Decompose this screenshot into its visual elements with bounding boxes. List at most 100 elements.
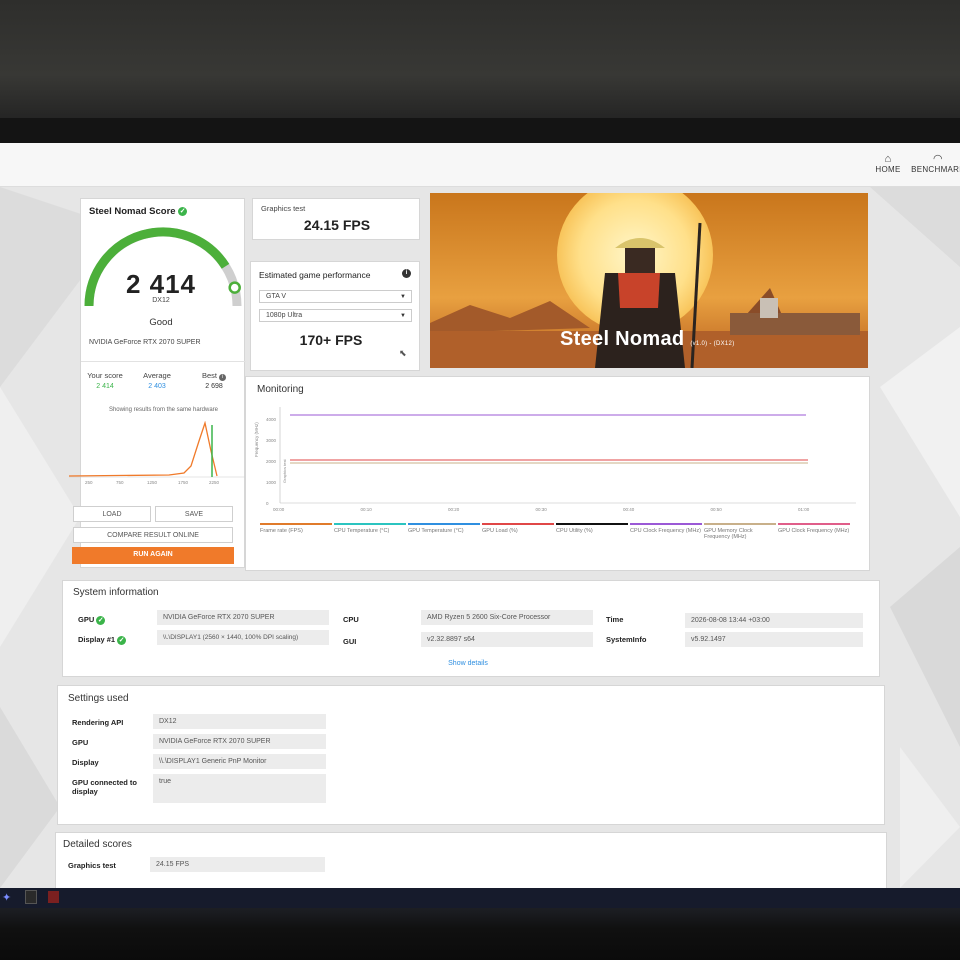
estimated-fps: 170+ FPS <box>299 332 363 348</box>
check-icon: ✓ <box>178 206 188 216</box>
legend-label: GPU Clock Frequency (MHz) <box>778 528 850 534</box>
nav-benchmarks-label: BENCHMARK <box>911 165 960 174</box>
settings-row-value: NVIDIA GeForce RTX 2070 SUPER <box>153 734 326 749</box>
legend-swatch <box>408 523 480 525</box>
y-tick-label: 2000 <box>266 459 277 464</box>
show-details-link[interactable]: Show details <box>63 660 873 667</box>
detailed-title: Detailed scores <box>63 839 132 850</box>
y-tick-label: 4000 <box>266 417 277 422</box>
legend-swatch <box>334 523 406 525</box>
legend-item[interactable]: CPU Clock Frequency (MHz) <box>630 523 702 534</box>
nav-benchmarks[interactable]: ◠ BENCHMARK <box>910 153 960 174</box>
histogram-tick-label: 750 <box>116 480 124 485</box>
nav-home-label: HOME <box>875 165 901 174</box>
3dmark-icon[interactable] <box>48 891 59 903</box>
save-button[interactable]: SAVE <box>155 506 233 522</box>
check-icon: ✓ <box>117 635 127 645</box>
game-select-value: GTA V <box>266 293 287 300</box>
teams-icon[interactable]: ✦ <box>2 891 11 904</box>
cpu-value: AMD Ryzen 5 2600 Six-Core Processor <box>421 610 593 625</box>
estimated-performance-card: Estimated game performance i GTA V ▼ 108… <box>250 261 420 371</box>
monitoring-title: Monitoring <box>257 384 304 395</box>
y-tick-label: 3000 <box>266 438 277 443</box>
legend-item[interactable]: GPU Clock Frequency (MHz) <box>778 523 850 534</box>
your-score-label: Your score <box>87 371 123 380</box>
legend-swatch <box>260 523 332 525</box>
banner-subtitle: (v1.0) - (DX12) <box>690 341 735 347</box>
load-button[interactable]: LOAD <box>73 506 151 522</box>
info-icon[interactable]: i <box>402 269 411 278</box>
y-tick-label: 0 <box>266 501 269 506</box>
graphics-test-card: Graphics test 24.15 FPS <box>252 198 420 240</box>
x-tick-label: 00:20 <box>448 507 460 512</box>
legend-item[interactable]: CPU Utility (%) <box>556 523 628 534</box>
your-score-value: 2 414 <box>96 383 114 390</box>
legend-label: CPU Clock Frequency (MHz) <box>630 528 701 534</box>
cpu-label: CPU <box>343 615 359 624</box>
gpu-label-text: GPU <box>78 615 95 624</box>
monitor-bezel-top <box>0 118 960 146</box>
monitor-bezel-bottom <box>0 908 960 960</box>
best-value: 2 698 <box>205 383 223 390</box>
nav-home[interactable]: ⌂ HOME <box>870 153 906 174</box>
legend-swatch <box>556 523 628 525</box>
gpu-label: GPU ✓ <box>78 615 106 625</box>
system-info-card: System information GPU ✓ NVIDIA GeForce … <box>62 580 880 677</box>
gui-value: v2.32.8897 s64 <box>421 632 593 647</box>
epic-games-icon[interactable] <box>25 890 37 904</box>
system-info-title: System information <box>73 587 159 598</box>
graphics-test-label: Graphics test <box>261 204 306 213</box>
settings-row-label: GPU <box>72 738 89 747</box>
steel-nomad-banner: Steel Nomad (v1.0) - (DX12) <box>430 193 868 368</box>
run-again-button[interactable]: RUN AGAIN <box>72 547 234 564</box>
settings-title: Settings used <box>68 693 129 704</box>
score-gpu: NVIDIA GeForce RTX 2070 SUPER <box>89 339 201 346</box>
legend-swatch <box>630 523 702 525</box>
detailed-graphics-value: 24.15 FPS <box>150 857 325 872</box>
legend-label: GPU Load (%) <box>482 528 518 534</box>
screen: ⌂ HOME ◠ BENCHMARK Steel Nomad Score ✓ 2… <box>0 143 960 888</box>
legend-item[interactable]: GPU Temperature (°C) <box>408 523 480 534</box>
app-header: ⌂ HOME ◠ BENCHMARK <box>0 143 960 187</box>
x-tick-label: 00:30 <box>536 507 548 512</box>
average-value: 2 403 <box>148 383 166 390</box>
y-tick-label: 1000 <box>266 480 277 485</box>
legend-item[interactable]: CPU Temperature (°C) <box>334 523 406 534</box>
banner-title: Steel Nomad (v1.0) - (DX12) <box>560 328 735 351</box>
legend-label: GPU Temperature (°C) <box>408 528 464 534</box>
legend-item[interactable]: GPU Memory Clock Frequency (MHz) <box>704 523 776 540</box>
game-select[interactable]: GTA V ▼ <box>259 290 412 303</box>
settings-row-value: true <box>153 774 326 803</box>
home-icon: ⌂ <box>884 153 892 165</box>
legend-label: GPU Memory Clock Frequency (MHz) <box>704 528 753 540</box>
score-histogram: 250 750 1250 1750 2250 <box>69 421 245 485</box>
histogram-tick-label: 1750 <box>178 480 189 485</box>
monitoring-card: Monitoring 4000 3000 2000 1000 0 00:00 00:10 0… <box>245 376 870 571</box>
check-icon: ✓ <box>96 615 106 625</box>
x-tick-label: 01:00 <box>798 507 810 512</box>
display-label: Display #1 ✓ <box>78 635 127 645</box>
mouse-cursor-icon: ⬉ <box>399 348 407 358</box>
average-label: Average <box>143 371 171 380</box>
time-label: Time <box>606 615 624 624</box>
legend-item[interactable]: GPU Load (%) <box>482 523 554 534</box>
settings-row-value: DX12 <box>153 714 326 729</box>
score-card: Steel Nomad Score ✓ 2 414 DX12 Good NVID… <box>69 198 246 568</box>
chevron-down-icon: ▼ <box>400 294 406 300</box>
sysinfo-value: v5.92.1497 <box>685 632 863 647</box>
x-tick-label: 00:00 <box>273 507 285 512</box>
legend-item[interactable]: Frame rate (FPS) <box>260 523 332 534</box>
score-title: Steel Nomad Score ✓ <box>89 206 188 217</box>
histogram-tick-label: 250 <box>85 480 93 485</box>
settings-row-label: Display <box>72 758 99 767</box>
compare-online-button[interactable]: COMPARE RESULT ONLINE <box>73 527 233 543</box>
legend-swatch <box>482 523 554 525</box>
preset-select-value: 1080p Ultra <box>266 312 303 319</box>
photo-background <box>0 0 960 125</box>
score-title-text: Steel Nomad Score <box>89 206 176 217</box>
info-icon[interactable]: i <box>219 374 227 381</box>
sysinfo-label: SystemInfo <box>606 635 647 644</box>
preset-select[interactable]: 1080p Ultra ▼ <box>259 309 412 322</box>
score-api: DX12 <box>152 297 170 304</box>
detailed-scores-card: Detailed scores Graphics test 24.15 FPS <box>55 832 887 888</box>
